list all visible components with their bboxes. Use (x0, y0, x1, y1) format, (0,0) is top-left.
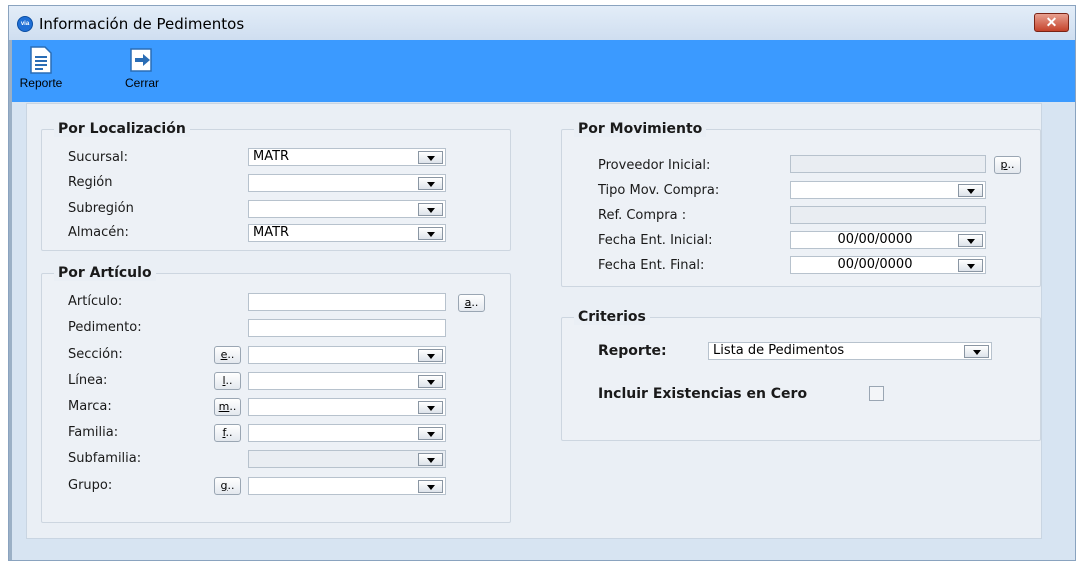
reporte-label: Reporte (19, 76, 63, 90)
linea-btn-key: l (222, 374, 226, 387)
sucursal-value: MATR (253, 149, 290, 164)
fecha-inicial-label: Fecha Ent. Inicial: (598, 233, 713, 248)
chevron-down-icon[interactable] (418, 151, 443, 164)
fecha-inicial-value: 00/00/0000 (837, 232, 913, 247)
sucursal-select[interactable]: MATR (248, 148, 446, 166)
marca-label: Marca: (68, 399, 112, 414)
marca-btn-key: m (218, 400, 230, 413)
pedimento-label: Pedimento: (68, 320, 142, 335)
chevron-down-icon[interactable] (418, 227, 443, 240)
proveedor-search-button[interactable]: p.. (994, 156, 1021, 174)
reporte-button[interactable]: Reporte (11, 46, 71, 90)
tipo-mov-label: Tipo Mov. Compra: (598, 183, 720, 198)
familia-label: Familia: (68, 425, 119, 440)
localizacion-title: Por Localización (54, 121, 190, 137)
close-window-button[interactable]: ✕ (1034, 13, 1069, 32)
sucursal-label: Sucursal: (68, 150, 128, 165)
chevron-down-icon[interactable] (418, 453, 443, 466)
articulo-btn-key: a (464, 296, 472, 309)
articulo-title: Por Artículo (54, 265, 156, 281)
chevron-down-icon[interactable] (418, 401, 443, 414)
incluir-existencias-label: Incluir Existencias en Cero (598, 386, 808, 402)
window-title: Información de Pedimentos (39, 15, 245, 33)
fecha-inicial-picker[interactable]: 00/00/0000 (790, 231, 986, 249)
chevron-down-icon[interactable] (958, 184, 983, 197)
app-logo-icon: via (17, 16, 33, 32)
title-bar: via Información de Pedimentos ✕ (9, 6, 1075, 40)
articulo-group: Por Artículo Artículo: a.. Pedimento: Se… (41, 265, 511, 523)
chevron-down-icon[interactable] (418, 427, 443, 440)
seccion-search-button[interactable]: e.. (214, 346, 241, 364)
linea-select[interactable] (248, 372, 446, 390)
movimiento-group: Por Movimiento Proveedor Inicial: p.. Ti… (561, 121, 1041, 287)
familia-search-button[interactable]: f.. (214, 424, 241, 442)
fecha-final-picker[interactable]: 00/00/0000 (790, 256, 986, 274)
linea-search-button[interactable]: l.. (214, 372, 241, 390)
subfamilia-select[interactable] (248, 450, 446, 468)
articulo-label: Artículo: (68, 294, 123, 309)
chevron-down-icon[interactable] (418, 177, 443, 190)
subregion-select[interactable] (248, 200, 446, 218)
grupo-btn-key: g (220, 479, 228, 492)
chevron-down-icon[interactable] (958, 234, 983, 247)
chevron-down-icon[interactable] (418, 375, 443, 388)
chevron-down-icon[interactable] (964, 345, 989, 358)
grupo-search-button[interactable]: g.. (214, 477, 241, 495)
familia-btn-key: f (222, 426, 226, 439)
grupo-label: Grupo: (68, 478, 113, 493)
familia-select[interactable] (248, 424, 446, 442)
chevron-down-icon[interactable] (418, 349, 443, 362)
movimiento-title: Por Movimiento (574, 121, 707, 137)
marca-select[interactable] (248, 398, 446, 416)
reporte-criterio-label: Reporte: (598, 343, 667, 359)
proveedor-label: Proveedor Inicial: (598, 158, 711, 173)
exit-arrow-icon (130, 48, 152, 72)
window-edge (9, 40, 12, 560)
reporte-select[interactable]: Lista de Pedimentos (708, 342, 992, 360)
criterios-title: Criterios (574, 309, 650, 325)
proveedor-btn-key: p (1000, 158, 1008, 171)
form-panel: Por Localización Sucursal: MATR Región S… (26, 103, 1042, 539)
region-select[interactable] (248, 174, 446, 192)
tipo-mov-select[interactable] (790, 181, 986, 199)
fecha-final-value: 00/00/0000 (837, 257, 913, 272)
region-label: Región (68, 175, 113, 190)
chevron-down-icon[interactable] (418, 480, 443, 493)
criterios-group: Criterios Reporte: Lista de Pedimentos I… (561, 309, 1041, 441)
chevron-down-icon[interactable] (418, 203, 443, 216)
subregion-label: Subregión (68, 201, 134, 216)
cerrar-label: Cerrar (124, 76, 159, 90)
subfamilia-label: Subfamilia: (68, 451, 142, 466)
almacen-value: MATR (253, 225, 290, 240)
seccion-label: Sección: (68, 347, 123, 362)
ref-compra-input[interactable] (790, 206, 986, 224)
ref-compra-label: Ref. Compra : (598, 208, 687, 223)
seccion-select[interactable] (248, 346, 446, 364)
almacen-select[interactable]: MATR (248, 224, 446, 242)
cerrar-button[interactable]: Cerrar (117, 46, 167, 90)
seccion-btn-key: e (220, 348, 228, 361)
almacen-label: Almacén: (68, 225, 129, 240)
linea-label: Línea: (68, 373, 108, 388)
marca-search-button[interactable]: m.. (214, 398, 241, 416)
localizacion-group: Por Localización Sucursal: MATR Región S… (41, 121, 511, 251)
incluir-existencias-checkbox[interactable] (869, 386, 884, 401)
grupo-select[interactable] (248, 477, 446, 495)
articulo-search-button[interactable]: a.. (458, 294, 485, 312)
toolbar: Reporte Cerrar (9, 40, 1075, 102)
fecha-final-label: Fecha Ent. Final: (598, 258, 705, 273)
chevron-down-icon[interactable] (958, 259, 983, 272)
pedimento-input[interactable] (248, 319, 446, 337)
report-document-icon (30, 46, 52, 74)
articulo-input[interactable] (248, 293, 446, 311)
reporte-select-value: Lista de Pedimentos (713, 343, 845, 358)
proveedor-input[interactable] (790, 155, 986, 173)
